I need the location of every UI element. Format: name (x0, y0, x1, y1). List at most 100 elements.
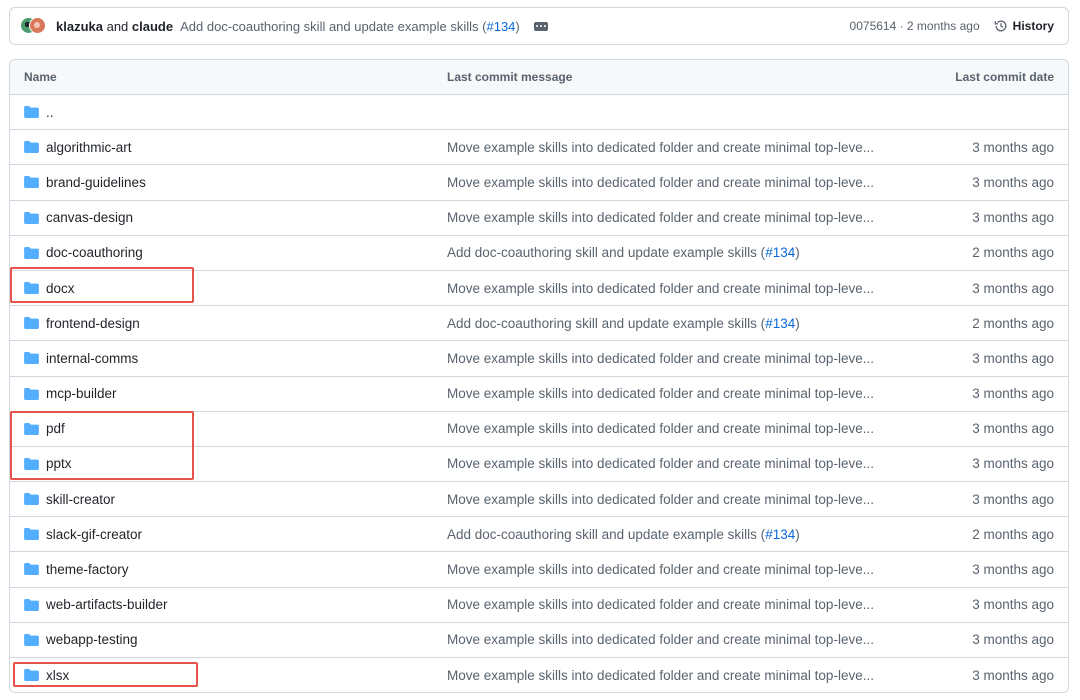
table-row[interactable]: mcp-builder Move example skills into dedi… (10, 377, 1068, 412)
file-name-link[interactable]: algorithmic-art (46, 140, 132, 155)
file-name-link[interactable]: theme-factory (46, 562, 129, 577)
row-commit-message[interactable]: Move example skills into dedicated folde… (447, 597, 874, 612)
file-name-link[interactable]: canvas-design (46, 210, 133, 225)
row-commit-message[interactable]: Move example skills into dedicated folde… (447, 421, 874, 436)
row-commit-message-text[interactable]: Move example skills into dedicated folde… (447, 351, 874, 366)
row-commit-message[interactable]: Move example skills into dedicated folde… (447, 281, 874, 296)
file-name-link[interactable]: xlsx (46, 668, 69, 683)
pr-link[interactable]: #134 (765, 245, 795, 260)
row-commit-message-text[interactable]: Add doc-coauthoring skill and update exa… (447, 245, 765, 260)
file-name-link[interactable]: skill-creator (46, 492, 115, 507)
table-row[interactable]: pptx Move example skills into dedicated f… (10, 447, 1068, 483)
table-row[interactable]: frontend-design Add doc-coauthoring skill… (10, 306, 1068, 342)
row-commit-message-text[interactable]: Move example skills into dedicated folde… (447, 456, 874, 471)
history-icon (994, 20, 1007, 32)
table-row[interactable]: canvas-design Move example skills into de… (10, 201, 1068, 236)
table-row[interactable]: brand-guidelines Move example skills into… (10, 165, 1068, 201)
latest-commit-bar: klazuka and claude Add doc-coauthoring s… (9, 7, 1069, 45)
commit-hash-date[interactable]: 0075614 · 2 months ago (850, 19, 980, 33)
file-name-link[interactable]: .. (46, 105, 54, 120)
table-row[interactable]: web-artifacts-builder Move example skills… (10, 588, 1068, 623)
table-row[interactable]: theme-factory Move example skills into de… (10, 552, 1068, 588)
file-name-link[interactable]: web-artifacts-builder (46, 597, 168, 612)
table-header: Name Last commit message Last commit dat… (10, 60, 1068, 95)
row-commit-message-text[interactable]: Move example skills into dedicated folde… (447, 175, 874, 190)
folder-icon (24, 528, 39, 541)
row-commit-message[interactable]: Move example skills into dedicated folde… (447, 140, 874, 155)
table-row[interactable]: xlsx Move example skills into dedicated f… (10, 658, 1068, 692)
file-name-link[interactable]: frontend-design (46, 316, 140, 331)
row-commit-message[interactable]: Move example skills into dedicated folde… (447, 632, 874, 647)
table-row[interactable]: skill-creator Move example skills into de… (10, 482, 1068, 518)
pr-link[interactable]: #134 (486, 19, 515, 34)
pr-link[interactable]: #134 (765, 316, 795, 331)
file-name-link[interactable]: slack-gif-creator (46, 527, 142, 542)
table-row[interactable]: doc-coauthoring Add doc-coauthoring skill… (10, 236, 1068, 271)
row-commit-message[interactable]: Move example skills into dedicated folde… (447, 456, 874, 471)
table-row[interactable]: algorithmic-art Move example skills into … (10, 130, 1068, 166)
row-commit-message-text[interactable]: Move example skills into dedicated folde… (447, 140, 874, 155)
table-row[interactable]: docx Move example skills into dedicated f… (10, 271, 1068, 307)
table-body: .. algorithmic-art Move example skills int… (10, 95, 1068, 692)
folder-icon (24, 176, 39, 189)
history-button[interactable]: History (994, 19, 1054, 33)
row-commit-message-text[interactable]: Add doc-coauthoring skill and update exa… (447, 316, 765, 331)
history-label: History (1012, 19, 1054, 33)
table-row[interactable]: .. (10, 95, 1068, 131)
row-commit-message-text[interactable]: Move example skills into dedicated folde… (447, 386, 874, 401)
row-commit-message[interactable]: Move example skills into dedicated folde… (447, 386, 874, 401)
row-commit-message-text[interactable]: Add doc-coauthoring skill and update exa… (447, 527, 765, 542)
row-commit-date: 3 months ago (972, 280, 1054, 296)
row-commit-message-text[interactable]: Move example skills into dedicated folde… (447, 597, 874, 612)
pr-link[interactable]: #134 (765, 527, 795, 542)
folder-icon (24, 281, 39, 294)
row-commit-message[interactable]: Move example skills into dedicated folde… (447, 562, 874, 577)
row-commit-date: 3 months ago (972, 597, 1054, 613)
folder-icon (24, 598, 39, 611)
file-name-link[interactable]: docx (46, 281, 75, 296)
row-commit-message-text[interactable]: Move example skills into dedicated folde… (447, 421, 874, 436)
file-name-link[interactable]: webapp-testing (46, 632, 138, 647)
row-commit-message[interactable]: Move example skills into dedicated folde… (447, 351, 874, 366)
row-commit-message-text[interactable]: Move example skills into dedicated folde… (447, 492, 874, 507)
row-commit-message-text[interactable]: Move example skills into dedicated folde… (447, 210, 874, 225)
commit-message[interactable]: Add doc-coauthoring skill and update exa… (180, 19, 520, 34)
table-row[interactable]: pdf Move example skills into dedicated fo… (10, 412, 1068, 447)
row-commit-message[interactable]: Add doc-coauthoring skill and update exa… (447, 527, 800, 542)
avatar[interactable] (29, 17, 46, 34)
author-avatars[interactable] (20, 16, 48, 36)
row-commit-message-text[interactable]: Move example skills into dedicated folde… (447, 281, 874, 296)
row-commit-message[interactable]: Add doc-coauthoring skill and update exa… (447, 245, 800, 260)
file-name-link[interactable]: pptx (46, 456, 72, 471)
ellipsis-icon[interactable] (533, 21, 548, 31)
row-commit-message-text[interactable]: Move example skills into dedicated folde… (447, 562, 874, 577)
folder-icon (24, 246, 39, 259)
row-commit-message[interactable]: Move example skills into dedicated folde… (447, 175, 874, 190)
table-row[interactable]: internal-comms Move example skills into d… (10, 341, 1068, 377)
row-commit-date: 3 months ago (972, 210, 1054, 226)
row-commit-message[interactable]: Move example skills into dedicated folde… (447, 492, 874, 507)
folder-icon (24, 493, 39, 506)
folder-icon (24, 563, 39, 576)
file-name-link[interactable]: brand-guidelines (46, 175, 146, 190)
file-name-link[interactable]: pdf (46, 421, 65, 436)
row-commit-message-text[interactable]: Move example skills into dedicated folde… (447, 668, 874, 683)
file-name-link[interactable]: doc-coauthoring (46, 245, 143, 260)
row-commit-date: 3 months ago (972, 350, 1054, 366)
file-table: Name Last commit message Last commit dat… (9, 59, 1069, 693)
row-commit-message-end: ) (795, 315, 800, 331)
row-commit-message[interactable]: Add doc-coauthoring skill and update exa… (447, 316, 800, 331)
row-commit-message[interactable]: Move example skills into dedicated folde… (447, 210, 874, 225)
row-commit-message-text[interactable]: Move example skills into dedicated folde… (447, 632, 874, 647)
file-name-link[interactable]: mcp-builder (46, 386, 117, 401)
row-commit-date: 2 months ago (972, 315, 1054, 331)
file-name-link[interactable]: internal-comms (46, 351, 138, 366)
author-link[interactable]: claude (132, 19, 173, 34)
folder-icon (24, 352, 39, 365)
folder-icon (24, 669, 39, 681)
author-link[interactable]: klazuka (56, 19, 103, 34)
table-row[interactable]: slack-gif-creator Add doc-coauthoring ski… (10, 517, 1068, 553)
commit-message-text[interactable]: Add doc-coauthoring skill and update exa… (180, 19, 486, 34)
table-row[interactable]: webapp-testing Move example skills into d… (10, 623, 1068, 658)
row-commit-message[interactable]: Move example skills into dedicated folde… (447, 668, 874, 683)
